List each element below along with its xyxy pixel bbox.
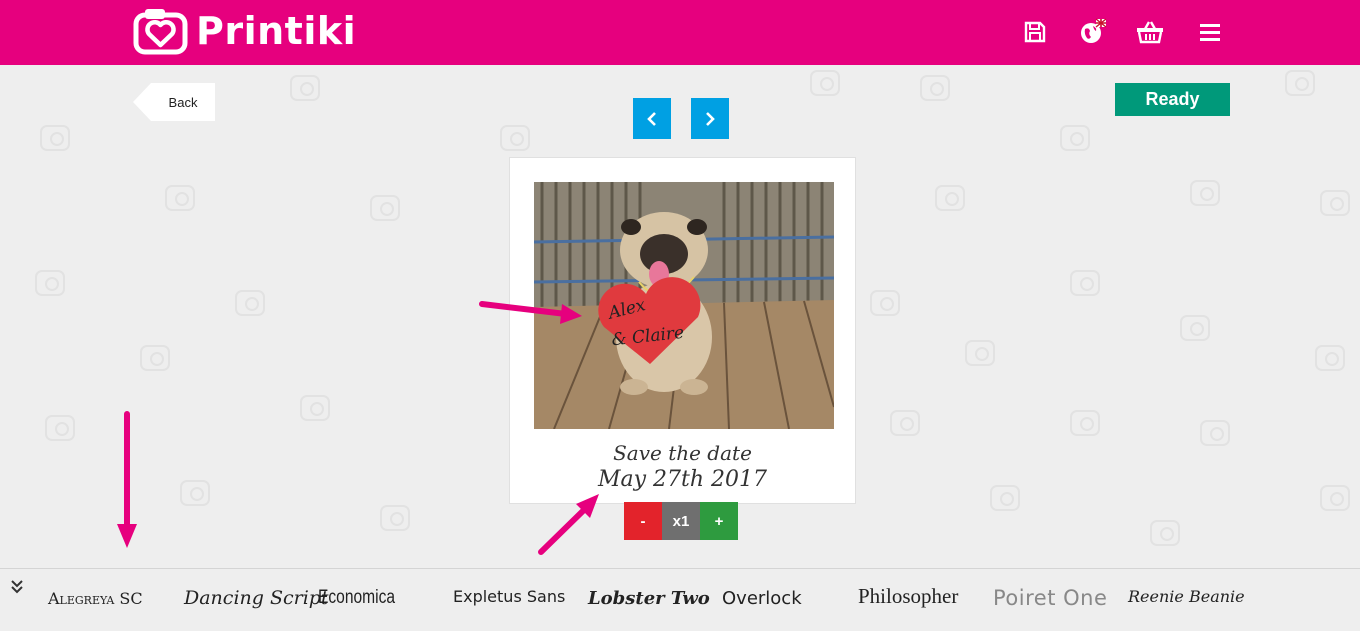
brand-logo[interactable]: Printiki: [133, 6, 356, 56]
font-option-alegreya-sc[interactable]: Alegreya SC: [48, 583, 143, 613]
ready-button[interactable]: Ready: [1115, 83, 1230, 116]
basket-icon[interactable]: [1136, 18, 1164, 46]
font-option-expletus-sans[interactable]: Expletus Sans: [453, 581, 565, 611]
chevron-left-icon: [647, 111, 656, 126]
card-photo[interactable]: Alex & Claire: [534, 182, 834, 429]
quantity-stepper: - x1 +: [624, 502, 738, 540]
app-header: Printiki: [0, 0, 1360, 65]
back-button-label: Back: [151, 83, 215, 121]
back-button[interactable]: Back: [133, 83, 215, 121]
save-icon[interactable]: [1021, 18, 1049, 46]
collapse-chevrons-icon[interactable]: [10, 579, 26, 597]
font-option-economica[interactable]: Economica: [318, 583, 395, 613]
increase-quantity-button[interactable]: +: [700, 502, 738, 540]
font-option-overlock[interactable]: Overlock: [722, 583, 802, 613]
print-card[interactable]: Alex & Claire Save the date May 27th 201…: [509, 157, 856, 504]
brand-name: Printiki: [196, 9, 357, 53]
font-picker-bar: Alegreya SC Dancing Script Economica Exp…: [0, 568, 1360, 631]
decrease-quantity-button[interactable]: -: [624, 502, 662, 540]
font-option-dancing-script[interactable]: Dancing Script: [184, 583, 329, 613]
annotation-arrow-fonts: [117, 411, 137, 548]
caption-line-1: Save the date: [613, 441, 752, 465]
quantity-value: x1: [662, 502, 700, 540]
font-option-reenie-beanie[interactable]: Reenie Beanie: [1128, 581, 1245, 611]
back-arrow-shape: [133, 83, 151, 121]
camera-heart-icon: [133, 7, 188, 55]
language-globe-icon[interactable]: [1079, 18, 1107, 46]
font-option-lobster-two[interactable]: Lobster Two: [588, 583, 710, 613]
next-page-button[interactable]: [691, 98, 729, 139]
caption-line-2: May 27th 2017: [597, 467, 768, 492]
previous-page-button[interactable]: [633, 98, 671, 139]
card-caption[interactable]: Save the date May 27th 2017: [510, 440, 855, 494]
menu-icon[interactable]: [1196, 18, 1224, 46]
font-option-poiret-one[interactable]: Poiret One: [993, 583, 1107, 613]
chevron-right-icon: [706, 111, 715, 126]
font-option-philosopher[interactable]: Philosopher: [858, 581, 958, 611]
